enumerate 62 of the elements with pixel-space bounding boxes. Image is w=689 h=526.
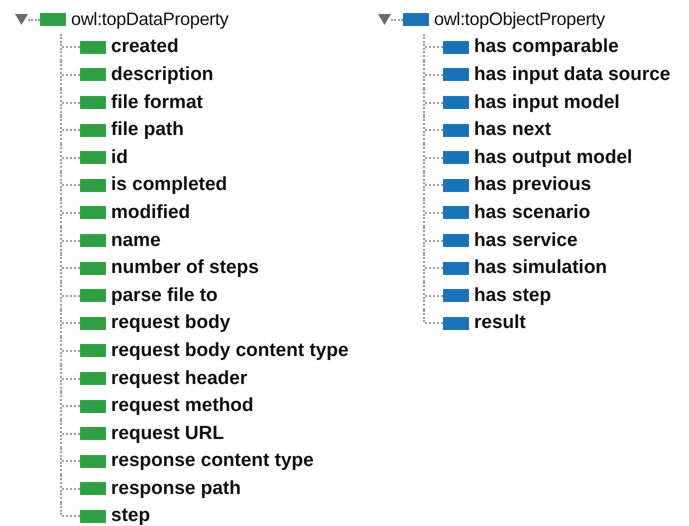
tree-node-label[interactable]: has output model [474, 146, 632, 169]
tree-node-label[interactable]: has simulation [474, 257, 608, 280]
tree-node-label[interactable]: modified [111, 202, 190, 224]
tree-node-label[interactable]: step [111, 505, 150, 526]
tree-node-label[interactable]: has input model [474, 92, 620, 114]
tree-node-label[interactable]: created [111, 36, 179, 58]
property-icon [80, 372, 106, 386]
tree-node-label[interactable]: request URL [111, 422, 224, 445]
tree-node-label[interactable]: has service [474, 230, 578, 252]
property-icon [443, 151, 469, 164]
tree-node-label[interactable]: has scenario [474, 202, 590, 224]
property-icon [80, 510, 106, 523]
property-icon [80, 400, 106, 413]
tree-node-label[interactable]: response path [111, 478, 241, 500]
property-icon [443, 178, 469, 192]
property-icon [80, 124, 106, 137]
tree-node-label[interactable]: request body content type [111, 340, 349, 362]
property-icon [443, 234, 469, 248]
tree-node-label[interactable]: request body [111, 312, 230, 334]
property-icon [443, 68, 469, 82]
tree-node-label[interactable]: has step [474, 284, 552, 307]
tree-node-label[interactable]: description [111, 64, 214, 86]
property-icon [80, 289, 106, 302]
property-icon [80, 262, 106, 275]
property-icon [80, 344, 106, 358]
property-icon [80, 316, 106, 330]
tree-node-label[interactable]: has input data source [474, 64, 670, 86]
property-icon [443, 316, 469, 330]
property-icon [443, 289, 469, 302]
tree-node-label[interactable]: name [111, 230, 161, 252]
property-icon [443, 124, 469, 137]
property-icon [80, 427, 106, 440]
property-icon [80, 68, 106, 82]
tree-node-label[interactable]: has previous [474, 174, 592, 196]
property-icon [80, 454, 106, 468]
collapse-triangle-icon[interactable] [15, 14, 28, 26]
tree-node-label[interactable]: parse file to [111, 284, 218, 307]
tree-node-label[interactable]: has comparable [474, 36, 619, 58]
tree-node-label[interactable]: number of steps [111, 257, 259, 280]
property-icon [80, 482, 106, 496]
tree-node-label[interactable]: id [111, 146, 128, 169]
collapse-triangle-icon[interactable] [378, 14, 391, 26]
property-icon [443, 262, 469, 275]
tree-node-label[interactable]: owl:topObjectProperty [434, 9, 605, 30]
tree-node-label[interactable]: has next [474, 119, 552, 142]
tree-node-label[interactable]: file path [111, 119, 184, 142]
property-icon [80, 40, 106, 54]
tree-node-label[interactable]: is completed [111, 174, 228, 196]
tree-node-label[interactable]: result [474, 312, 526, 334]
tree-node-label[interactable]: response content type [111, 450, 314, 472]
property-icon [443, 206, 469, 220]
property-icon [80, 151, 106, 164]
property-icon [80, 234, 106, 248]
tree-node-label[interactable]: file format [111, 92, 203, 114]
tree-node-label[interactable]: request header [111, 368, 248, 390]
property-icon [80, 206, 106, 220]
property-icon [80, 178, 106, 192]
tree-node-label[interactable]: owl:topDataProperty [71, 9, 228, 30]
property-icon [80, 96, 106, 110]
tree-node-label[interactable]: request method [111, 395, 254, 418]
property-icon [443, 96, 469, 110]
property-icon [443, 40, 469, 54]
